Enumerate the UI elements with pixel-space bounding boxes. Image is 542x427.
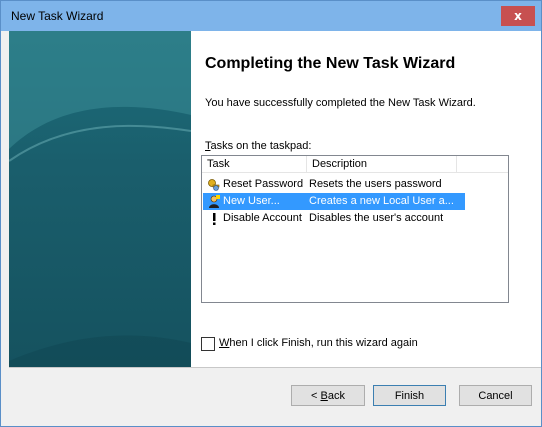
task-name: New User...: [223, 195, 280, 207]
window-title: New Task Wizard: [11, 9, 104, 23]
task-row[interactable]: Reset Password Resets the users password: [203, 176, 465, 193]
run-again-label[interactable]: When I click Finish, run this wizard aga…: [219, 337, 418, 349]
task-description: Disables the user's account: [309, 212, 444, 224]
column-header-description[interactable]: Description: [307, 156, 457, 172]
back-button-label: ack: [327, 390, 345, 402]
wizard-content: Completing the New Task Wizard You have …: [9, 31, 541, 367]
success-message: You have successfully completed the New …: [205, 97, 476, 109]
list-header: Task Description: [202, 156, 508, 173]
task-description: Resets the users password: [309, 178, 442, 190]
task-name: Reset Password: [223, 178, 304, 190]
back-button[interactable]: < Back: [291, 385, 365, 406]
run-again-label-text: hen I click Finish, run this wizard agai…: [229, 337, 418, 349]
disable-account-icon: [213, 213, 216, 225]
task-row-selected[interactable]: New User... Creates a new Local User a..…: [203, 193, 465, 210]
cancel-button[interactable]: Cancel: [459, 385, 532, 406]
task-description: Creates a new Local User a...: [309, 195, 454, 207]
wizard-window: New Task Wizard x Completing the New Tas…: [0, 0, 542, 427]
footer-divider: [9, 367, 541, 368]
tasks-list-label: Tasks on the taskpad:: [205, 140, 311, 152]
close-button[interactable]: x: [501, 6, 535, 26]
tasks-list-label-text: asks on the taskpad:: [210, 140, 312, 152]
back-button-prefix: <: [311, 390, 321, 402]
column-header-task[interactable]: Task: [202, 156, 307, 172]
finish-button[interactable]: Finish: [373, 385, 446, 406]
reset-password-icon: [208, 179, 220, 191]
tasks-list-view[interactable]: Task Description Reset Password Resets t…: [201, 155, 509, 303]
back-button-accelerator: B: [320, 390, 328, 402]
wizard-heading: Completing the New Task Wizard: [205, 55, 456, 72]
wizard-banner-image: [9, 31, 191, 367]
task-name: Disable Account: [223, 212, 302, 224]
close-icon: x: [514, 9, 522, 23]
banner-wave-graphic: [9, 31, 191, 367]
title-bar[interactable]: New Task Wizard x: [1, 1, 541, 31]
task-row[interactable]: Disable Account Disables the user's acco…: [203, 210, 503, 227]
run-again-checkbox[interactable]: [201, 337, 215, 351]
new-user-icon: [209, 195, 220, 208]
run-again-label-accelerator: W: [219, 337, 230, 349]
